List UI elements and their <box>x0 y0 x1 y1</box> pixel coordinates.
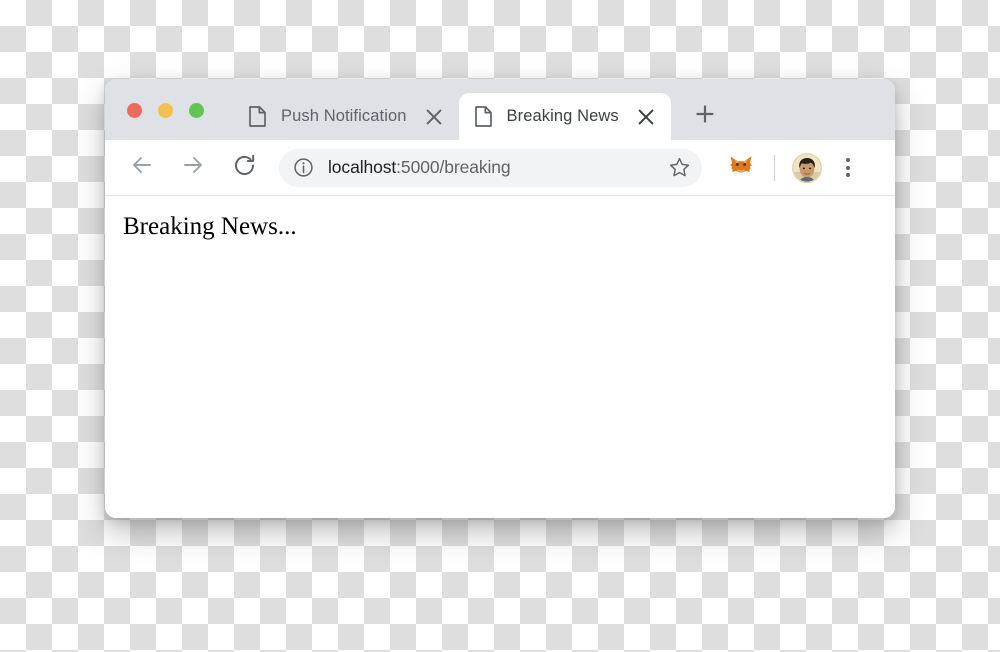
reload-icon <box>232 153 257 183</box>
tab-strip: Push Notification Breaking News <box>105 79 895 140</box>
reload-button[interactable] <box>227 151 261 185</box>
metamask-fox-icon <box>728 153 754 183</box>
tabs-row: Push Notification Breaking News <box>233 79 725 140</box>
close-window-button[interactable] <box>127 103 142 118</box>
browser-toolbar: localhost:5000/breaking <box>105 140 895 196</box>
info-circle-icon[interactable] <box>293 157 314 178</box>
profile-avatar[interactable] <box>792 153 822 183</box>
tab-push-notification[interactable]: Push Notification <box>233 93 459 140</box>
minimize-window-button[interactable] <box>158 103 173 118</box>
toolbar-divider <box>774 155 775 181</box>
document-icon <box>249 106 266 127</box>
three-dots-vertical-icon-dot <box>846 173 850 177</box>
plus-icon <box>696 105 714 128</box>
forward-button[interactable] <box>176 151 210 185</box>
url-host: localhost <box>328 157 396 177</box>
new-tab-button[interactable] <box>685 93 725 140</box>
back-button[interactable] <box>125 151 159 185</box>
address-bar[interactable]: localhost:5000/breaking <box>279 149 702 187</box>
tab-title: Push Notification <box>281 107 407 126</box>
tab-breaking-news[interactable]: Breaking News <box>459 93 671 140</box>
page-content-area: Breaking News... <box>105 196 895 518</box>
tab-title: Breaking News <box>507 107 619 126</box>
url-text: localhost:5000/breaking <box>328 157 664 178</box>
close-tab-icon[interactable] <box>635 106 657 128</box>
three-dots-vertical-icon-dot <box>846 166 850 170</box>
url-path: :5000/breaking <box>396 157 510 177</box>
arrow-left-icon <box>130 153 154 182</box>
window-traffic-lights <box>127 103 204 118</box>
avatar-photo <box>792 153 822 183</box>
three-dots-vertical-icon <box>846 158 850 162</box>
browser-window: Push Notification Breaking News <box>105 79 895 518</box>
document-icon <box>475 106 492 127</box>
bookmark-star-icon[interactable] <box>664 153 694 183</box>
page-heading: Breaking News... <box>123 212 877 242</box>
close-tab-icon[interactable] <box>423 106 445 128</box>
metamask-extension-button[interactable] <box>726 153 756 183</box>
chrome-menu-button[interactable] <box>834 153 862 183</box>
arrow-right-icon <box>181 153 205 182</box>
zoom-window-button[interactable] <box>189 103 204 118</box>
